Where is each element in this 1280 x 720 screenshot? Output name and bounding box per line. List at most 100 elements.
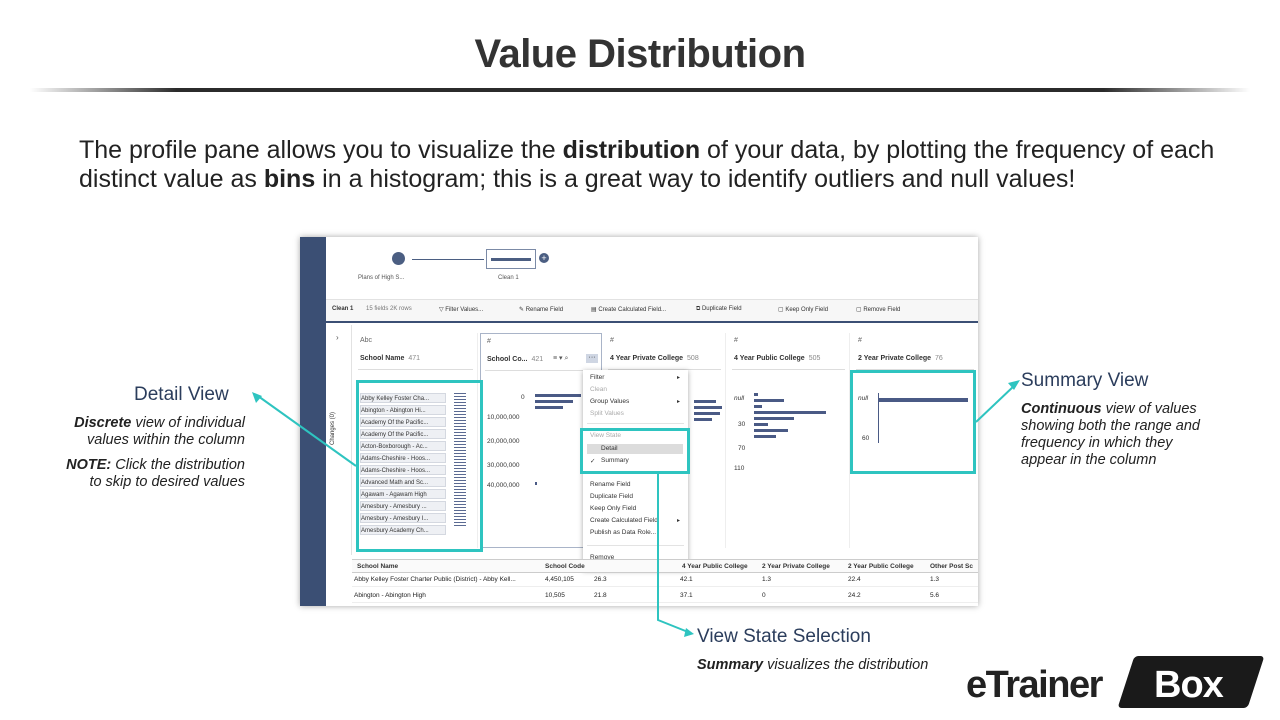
axis-label: 0 bbox=[521, 394, 525, 401]
viewstate-arrow-icon bbox=[684, 628, 694, 637]
axis-label: 30 bbox=[738, 421, 746, 428]
submenu-arrow-icon: ▸ bbox=[676, 399, 680, 405]
menu-item-keep-only-field[interactable]: Keep Only Field bbox=[590, 505, 636, 512]
filter-values-button[interactable]: ▽ Filter Values... bbox=[439, 306, 483, 313]
column-header: 4 Year Public College 505 bbox=[734, 355, 821, 362]
histogram-bar[interactable] bbox=[535, 482, 537, 485]
histogram-bar[interactable] bbox=[754, 417, 794, 420]
menu-item-create-calculated-field[interactable]: Create Calculated Field bbox=[590, 517, 658, 524]
left-sidebar bbox=[300, 237, 326, 606]
grid-header-cell[interactable]: 2 Year Public College bbox=[848, 563, 914, 570]
detail-view-title: Detail View bbox=[134, 384, 229, 405]
intro-bold-bins: bins bbox=[263, 165, 316, 193]
histogram-bar[interactable] bbox=[535, 394, 581, 397]
input-node-icon[interactable] bbox=[392, 252, 405, 265]
summary-arrow-icon bbox=[1008, 380, 1020, 390]
number-type-icon: # bbox=[487, 338, 491, 345]
changes-label: Changes (0) bbox=[330, 411, 336, 445]
etrainerbox-logo: eTrainer Box bbox=[966, 656, 1266, 716]
view-state-text: Summary visualizes the distribution bbox=[697, 657, 929, 673]
logo-right-text: Box bbox=[1154, 664, 1224, 706]
histogram-bar[interactable] bbox=[754, 405, 762, 408]
view-state-title: View State Selection bbox=[697, 626, 871, 647]
axis-label: 20,000,000 bbox=[487, 438, 520, 445]
intro-text-1: The profile pane allows you to visualize… bbox=[79, 136, 563, 164]
submenu-arrow-icon: ▸ bbox=[676, 518, 680, 524]
menu-item-split-values: Split Values bbox=[590, 410, 624, 417]
axis-label: 110 bbox=[734, 465, 745, 472]
column-header: School Name 471 bbox=[360, 355, 421, 362]
histogram-bar[interactable] bbox=[754, 435, 776, 438]
table-row[interactable]: Abby Kelley Foster Charter Public (Distr… bbox=[352, 574, 978, 587]
clean-step-node[interactable] bbox=[486, 249, 536, 269]
axis-label: 70 bbox=[738, 445, 746, 452]
number-type-icon: # bbox=[610, 337, 614, 344]
detail-note-text: NOTE: Click the distribution to skip to … bbox=[66, 457, 245, 490]
keep-only-field-button[interactable]: ▢ Keep Only Field bbox=[778, 306, 828, 313]
histogram-bar[interactable] bbox=[535, 406, 563, 409]
logo-left-text: eTrainer bbox=[966, 664, 1103, 706]
grid-header-cell[interactable]: Other Post Sc bbox=[930, 563, 973, 570]
title-divider bbox=[30, 88, 1250, 92]
expand-chevron-icon[interactable]: › bbox=[336, 333, 339, 342]
axis-label: null bbox=[734, 395, 745, 402]
remove-field-button[interactable]: ▢ Remove Field bbox=[856, 306, 900, 313]
histogram-bar[interactable] bbox=[535, 400, 573, 403]
view-state-highlight bbox=[580, 428, 690, 474]
intro-bold-distribution: distribution bbox=[562, 136, 701, 164]
histogram-bar[interactable] bbox=[694, 406, 722, 409]
add-step-icon[interactable]: + bbox=[539, 253, 549, 263]
detail-view-highlight bbox=[356, 380, 483, 552]
histogram-bar[interactable] bbox=[754, 423, 768, 426]
step-name: Clean 1 bbox=[332, 306, 354, 312]
menu-item-clean: Clean bbox=[590, 386, 607, 393]
flow-pane: Plans of High S... + Clean 1 bbox=[326, 237, 978, 297]
clean-step-label: Clean 1 bbox=[498, 275, 519, 281]
histogram-bar[interactable] bbox=[694, 418, 712, 421]
menu-item-rename-field[interactable]: Rename Field bbox=[590, 481, 630, 488]
summary-view-title: Summary View bbox=[1021, 370, 1149, 391]
summary-connector-line bbox=[975, 384, 1016, 423]
intro-text-3: in a histogram; this is a great way to i… bbox=[315, 165, 1076, 193]
slide-title: Value Distribution bbox=[474, 32, 806, 76]
summary-view-highlight bbox=[850, 370, 976, 474]
number-type-icon: # bbox=[734, 337, 738, 344]
histogram-bar[interactable] bbox=[694, 400, 716, 403]
submenu-arrow-icon: ▸ bbox=[676, 375, 680, 381]
summary-view-text: Continuous view of values showing both t… bbox=[1021, 401, 1200, 468]
sort-icon[interactable]: ≡ ▾ ⌕ bbox=[553, 354, 568, 363]
histogram-bar[interactable] bbox=[754, 429, 788, 432]
grid-header-cell[interactable]: 2 Year Private College bbox=[762, 563, 830, 570]
data-grid-header: School Name School Code 4 Year Public Co… bbox=[352, 559, 978, 573]
rename-field-button[interactable]: ✎ Rename Field bbox=[519, 306, 563, 313]
intro-paragraph: The profile pane allows you to visualize… bbox=[79, 136, 1239, 194]
detail-view-text: Discrete view of individual values withi… bbox=[74, 415, 245, 448]
axis-label: 30,000,000 bbox=[487, 462, 520, 469]
grid-header-cell[interactable]: 4 Year Public College bbox=[682, 563, 748, 570]
menu-item-duplicate-field[interactable]: Duplicate Field bbox=[590, 493, 633, 500]
field-row-count: 15 fields 2K rows bbox=[366, 306, 412, 312]
changes-pane[interactable]: › Changes (0) bbox=[326, 325, 352, 555]
number-type-icon: # bbox=[858, 337, 862, 344]
table-row[interactable]: Abington - Abington High 10,505 21.8 37.… bbox=[352, 590, 978, 603]
column-header: 2 Year Private College 76 bbox=[858, 355, 943, 362]
histogram-bar[interactable] bbox=[754, 411, 826, 414]
input-node-label: Plans of High S... bbox=[358, 275, 405, 281]
profile-card-4yr-public[interactable]: # 4 Year Public College 505 null 30 70 11… bbox=[728, 333, 850, 548]
menu-item-filter[interactable]: Filter bbox=[590, 374, 604, 381]
create-calculated-field-button[interactable]: ▤ Create Calculated Field... bbox=[591, 306, 666, 313]
menu-item-group-values[interactable]: Group Values bbox=[590, 398, 629, 405]
more-options-icon[interactable]: ··· bbox=[586, 354, 598, 363]
axis-label: 40,000,000 bbox=[487, 482, 520, 489]
histogram-bar[interactable] bbox=[754, 399, 784, 402]
detail-arrow-icon bbox=[252, 392, 262, 403]
histogram-bar[interactable] bbox=[754, 393, 758, 396]
string-type-icon: Abc bbox=[360, 337, 373, 344]
grid-header-cell[interactable]: School Code bbox=[545, 563, 585, 570]
duplicate-field-button[interactable]: ⧉ Duplicate Field bbox=[696, 306, 742, 313]
profile-toolbar: Clean 1 15 fields 2K rows ▽ Filter Value… bbox=[326, 299, 978, 323]
grid-header-cell[interactable]: School Name bbox=[357, 563, 398, 570]
histogram-bar[interactable] bbox=[694, 412, 720, 415]
menu-item-publish-data-role[interactable]: Publish as Data Role... bbox=[590, 529, 656, 536]
flow-connector bbox=[412, 259, 484, 260]
